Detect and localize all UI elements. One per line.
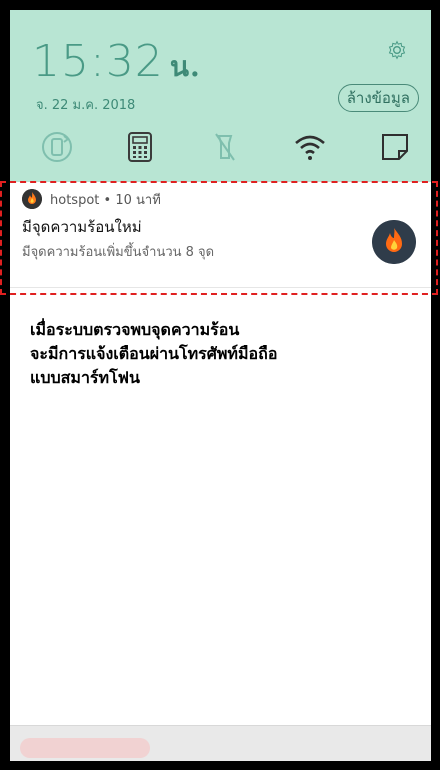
clock-suffix: น.: [169, 50, 201, 83]
flashlight-off-icon[interactable]: [208, 130, 242, 164]
clear-notifications-button[interactable]: ล้างข้อมูล: [337, 84, 419, 112]
explanation-line-2: จะมีการแจ้งเตือนผ่านโทรศัพท์มือถือ: [30, 344, 278, 363]
highlight-frame: [0, 181, 438, 295]
wifi-icon[interactable]: [293, 130, 327, 164]
explanation-line-3: แบบสมาร์ทโฟน: [30, 368, 140, 387]
note-icon[interactable]: [378, 130, 412, 164]
calculator-icon[interactable]: [123, 130, 157, 164]
bottom-decoration: [20, 738, 150, 758]
gear-icon[interactable]: [387, 40, 407, 60]
screen-rotation-icon[interactable]: [40, 130, 74, 164]
explanation-text: เมื่อระบบตรวจพบจุดความร้อน จะมีการแจ้งเต…: [30, 318, 277, 390]
date-text: จ. 22 ม.ค. 2018: [36, 98, 136, 113]
explanation-line-1: เมื่อระบบตรวจพบจุดความร้อน: [30, 320, 240, 339]
quick-settings-panel: 15:32 น. จ. 22 ม.ค. 2018 ล้างข้อมูล: [10, 10, 431, 182]
clock-time: 15:32: [32, 36, 164, 87]
quick-settings-row: [10, 130, 431, 170]
clock: 15:32 น.: [32, 36, 201, 89]
